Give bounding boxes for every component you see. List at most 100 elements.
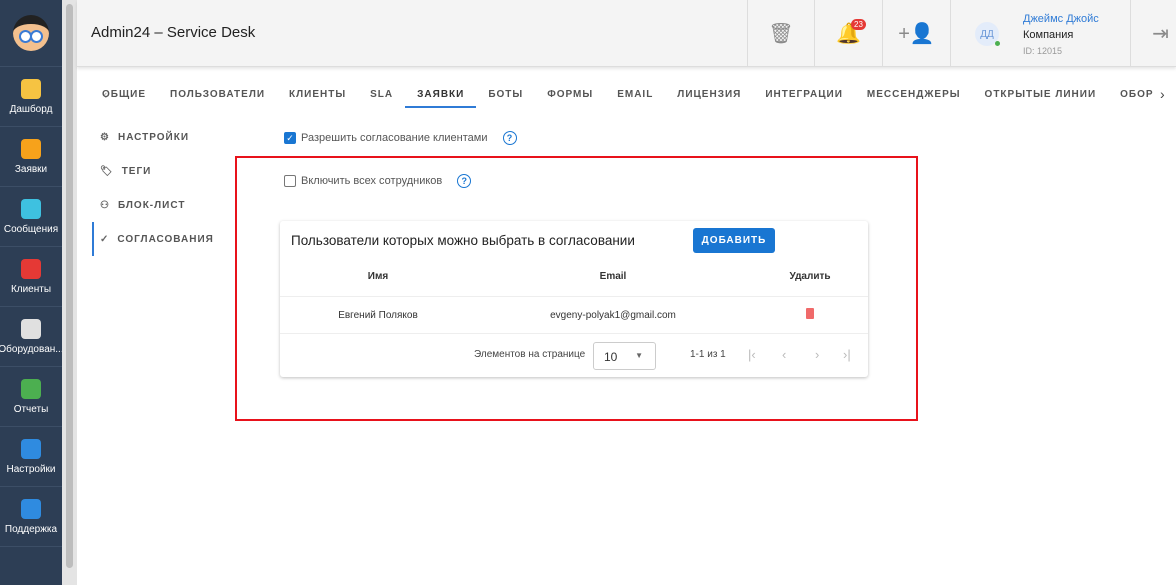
per-page-value: 10	[604, 350, 618, 364]
sidebar-item[interactable]: Настройки	[0, 427, 62, 487]
sidebar-item[interactable]: Заявки	[0, 127, 62, 187]
tab[interactable]: КЛИЕНТЫ	[277, 82, 358, 108]
sidebar-item-label: Сообщения	[3, 223, 59, 235]
user-company: Компания	[1023, 29, 1074, 41]
tab[interactable]: ЛИЦЕНЗИЯ	[665, 82, 753, 108]
trash-button[interactable]: 🗑	[747, 0, 814, 67]
notifications-button[interactable]: 🔔 23	[814, 0, 882, 67]
tab[interactable]: ОБЩИЕ	[90, 82, 158, 108]
check-circle-icon: ✓	[100, 233, 110, 245]
include-all-checkbox[interactable]	[284, 175, 296, 187]
table-row: Евгений Поляков evgeny-polyak1@gmail.com	[280, 296, 868, 334]
sidebar-item-icon	[21, 198, 41, 219]
tabs: ОБЩИЕ ПОЛЬЗОВАТЕЛИ КЛИЕНТЫ SLA ЗАЯВКИ БОТЫ ФОР…	[90, 82, 1176, 108]
tab[interactable]: ОБОР	[1108, 82, 1165, 108]
tab[interactable]: SLA	[358, 82, 405, 108]
tag-icon: 🏷	[100, 165, 114, 177]
sidebar-item-icon	[21, 498, 41, 519]
sidebar-item-label: Оборудован...	[0, 343, 64, 355]
tab[interactable]: МЕССЕНДЖЕРЫ	[855, 82, 973, 108]
help-icon[interactable]: ?	[457, 174, 472, 188]
sidebar-item[interactable]: Сообщения	[0, 187, 62, 247]
sidebar-item-label: Дашборд	[9, 103, 53, 115]
logo-avatar[interactable]	[0, 0, 62, 67]
prev-page-icon[interactable]: ‹	[782, 347, 786, 362]
include-all-label: Включить всех сотрудников	[301, 175, 443, 187]
sidebar-item-icon	[21, 378, 41, 399]
subnav-item[interactable]: 🏷 ТЕГИ	[92, 154, 232, 188]
allow-clients-checkbox[interactable]: ✓	[284, 132, 296, 144]
dropdown-arrow-icon: ▼	[635, 351, 643, 360]
user-name: Джеймс Джойс	[1023, 13, 1099, 25]
allow-clients-option[interactable]: ✓ Разрешить согласование клиентами ?	[284, 131, 517, 145]
scrollbar-thumb[interactable]	[66, 4, 73, 568]
face-icon	[13, 15, 49, 51]
add-user-icon: +👤	[898, 23, 935, 45]
sidebar-item-icon	[21, 78, 41, 99]
sidebar-item-icon	[21, 318, 41, 339]
tab[interactable]: БОТЫ	[476, 82, 535, 108]
delete-row-icon[interactable]	[806, 308, 814, 319]
notification-badge: 23	[851, 19, 866, 30]
gears-icon: ⚙	[100, 131, 110, 143]
sidebar-item[interactable]: Клиенты	[0, 247, 62, 307]
tab[interactable]: ОТКРЫТЫЕ ЛИНИИ	[973, 82, 1109, 108]
subnav-label: ТЕГИ	[121, 165, 152, 177]
page-title: Admin24 – Service Desk	[91, 24, 256, 41]
sidebar-item[interactable]: Отчеты	[0, 367, 62, 427]
scrollbar[interactable]	[62, 0, 77, 585]
per-page-select[interactable]: 10 ▼	[593, 342, 656, 370]
subnav-item[interactable]: ⚇ БЛОК-ЛИСТ	[92, 188, 232, 222]
allow-clients-label: Разрешить согласование клиентами	[301, 132, 488, 144]
subnav-label: СОГЛАСОВАНИЯ	[117, 233, 214, 245]
row-email: evgeny-polyak1@gmail.com	[550, 310, 676, 321]
block-list-icon: ⚇	[100, 199, 110, 211]
sidebar-item[interactable]: Дашборд	[0, 67, 62, 127]
tab[interactable]: ФОРМЫ	[535, 82, 605, 108]
per-page-label: Элементов на странице	[474, 349, 586, 360]
tab[interactable]: ПОЛЬЗОВАТЕЛИ	[158, 82, 277, 108]
sidebar-item-icon	[21, 138, 41, 159]
subnav-label: БЛОК-ЛИСТ	[117, 199, 186, 211]
row-name: Евгений Поляков	[338, 310, 418, 321]
sidebar-item[interactable]: Оборудован...	[0, 307, 64, 367]
add-user-button[interactable]: +👤	[882, 0, 950, 67]
sidebar: Дашборд Заявки Сообщения Клиенты Оборудован.…	[0, 0, 64, 585]
tab[interactable]: ЗАЯВКИ	[405, 82, 477, 108]
next-page-icon[interactable]: ›	[815, 347, 819, 362]
user-profile[interactable]: ДД Джеймс Джойс Компания ID: 12015	[950, 0, 1130, 67]
help-icon[interactable]: ?	[502, 131, 517, 145]
page-range: 1-1 из 1	[690, 349, 726, 360]
sidebar-item-label: Поддержка	[4, 523, 58, 535]
sidebar-item-label: Отчеты	[13, 403, 49, 415]
tab[interactable]: ИНТЕГРАЦИИ	[753, 82, 855, 108]
include-all-option[interactable]: Включить всех сотрудников ?	[284, 174, 472, 188]
sidebar-item-label: Клиенты	[10, 283, 52, 295]
sidebar-item-label: Настройки	[6, 463, 56, 475]
column-header-email: Email	[599, 271, 627, 282]
avatar-initials: ДД	[980, 28, 994, 40]
approvers-card: Пользователи которых можно выбрать в сог…	[280, 221, 868, 377]
column-header-delete: Удалить	[789, 271, 831, 282]
sidebar-item-icon	[21, 258, 41, 279]
column-header-name: Имя	[367, 271, 389, 282]
card-title: Пользователи которых можно выбрать в сог…	[291, 233, 635, 248]
logout-icon: ⇥	[1152, 23, 1169, 45]
subnav-item[interactable]: ✓ СОГЛАСОВАНИЯ	[92, 222, 232, 256]
add-button[interactable]: ДОБАВИТЬ	[693, 228, 775, 253]
sidebar-item[interactable]: Поддержка	[0, 487, 62, 547]
trash-icon: 🗑	[768, 23, 794, 45]
avatar: ДД	[975, 22, 1000, 46]
subnav-label: НАСТРОЙКИ	[117, 131, 190, 143]
logout-button[interactable]: ⇥	[1130, 0, 1176, 67]
sidebar-item-label: Заявки	[14, 163, 48, 175]
subnav: ⚙ НАСТРОЙКИ 🏷 ТЕГИ ⚇ БЛОК-ЛИСТ ✓ СОГЛАСОВАНИЯ	[92, 120, 232, 256]
first-page-icon[interactable]: |‹	[748, 347, 756, 362]
subnav-item[interactable]: ⚙ НАСТРОЙКИ	[92, 120, 232, 154]
online-dot	[995, 41, 1000, 46]
tab[interactable]: EMAIL	[605, 82, 665, 108]
tabs-next-icon[interactable]: ›	[1160, 86, 1176, 102]
header: Admin24 – Service Desk 🗑 🔔 23 +👤 ДД Джейм…	[77, 0, 1176, 67]
user-id: ID: 12015	[1023, 46, 1063, 56]
last-page-icon[interactable]: ›|	[843, 347, 851, 362]
